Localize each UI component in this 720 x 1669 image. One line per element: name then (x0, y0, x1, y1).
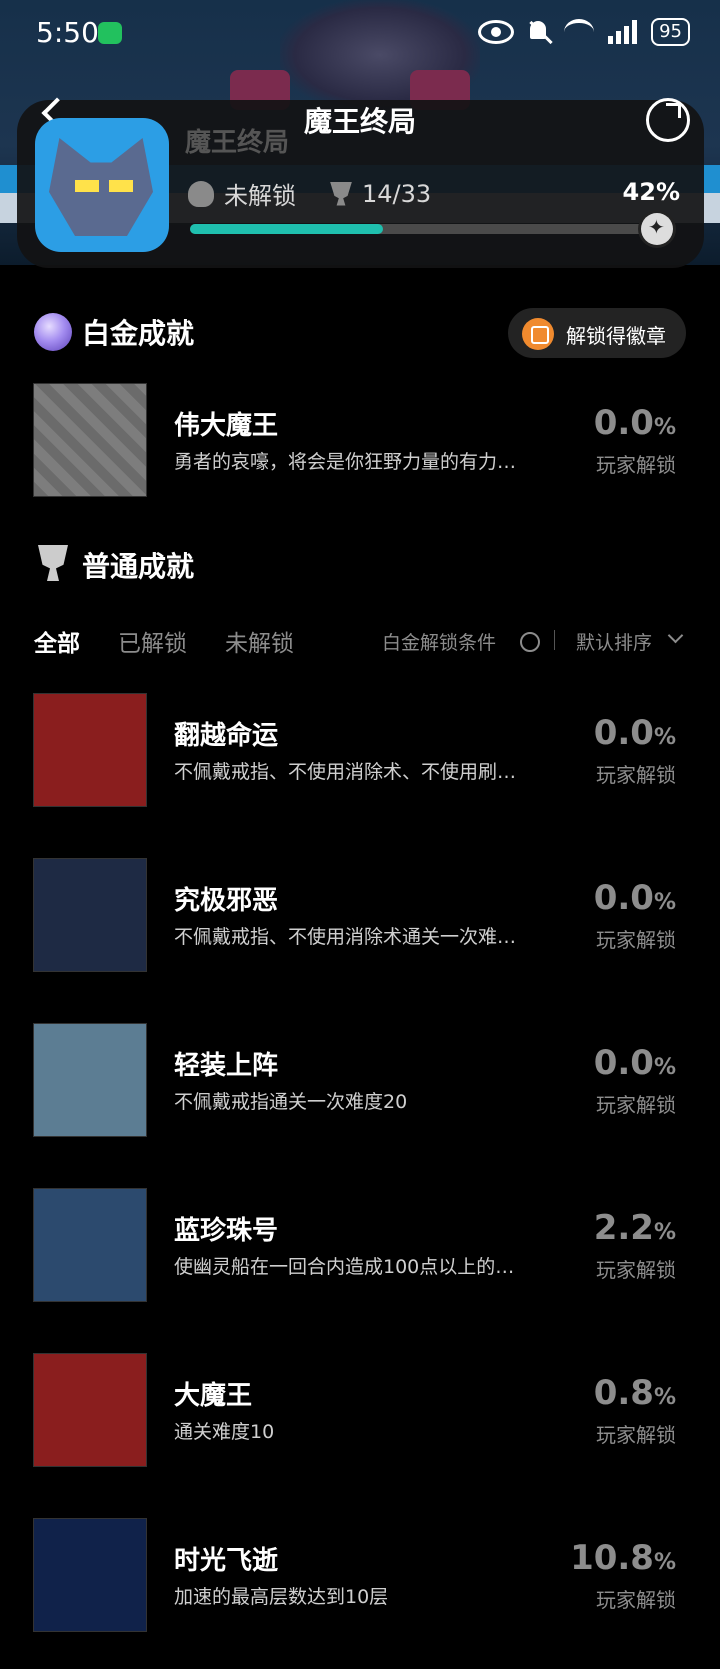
status-time: 5:50 (36, 16, 99, 49)
achievement-row[interactable]: 时光飞逝加速的最高层数达到10层 10.8% 玩家解锁 (0, 1518, 720, 1634)
achievement-name: 蓝珍珠号 (174, 1216, 279, 1246)
game-name: 魔王终局 (185, 128, 290, 158)
progress-bar (190, 224, 650, 234)
tab-unlocked[interactable]: 已解锁 (118, 624, 187, 658)
trophy-icon (330, 181, 352, 206)
platinum-trophy-icon (188, 180, 214, 207)
achievement-desc: 通关难度10 (174, 1421, 275, 1443)
achievement-percent-label: 玩家解锁 (596, 928, 676, 952)
achievement-art (33, 858, 147, 972)
achievement-row[interactable]: 翻越命运不佩戴戒指、不使用消除术、不使用刷… 0.0% 玩家解锁 (0, 693, 720, 809)
unlock-badge-label: 解锁得徽章 (566, 324, 666, 348)
platinum-section-title: 白金成就 (82, 317, 195, 350)
achievement-row[interactable]: 轻装上阵不佩戴戒指通关一次难度20 0.0% 玩家解锁 (0, 1023, 720, 1139)
achievement-percent-label: 玩家解锁 (596, 1093, 676, 1117)
achievement-count: 14/33 (362, 179, 432, 208)
share-icon[interactable] (646, 98, 690, 142)
achievement-percent-label: 玩家解锁 (596, 1258, 676, 1282)
achievement-desc: 不佩戴戒指、不使用消除术通关一次难… (174, 926, 517, 948)
tab-locked[interactable]: 未解锁 (225, 624, 294, 658)
achievement-row[interactable]: 大魔王通关难度10 0.8% 玩家解锁 (0, 1353, 720, 1469)
bell-muted-icon (528, 19, 550, 45)
achievement-desc: 不佩戴戒指通关一次难度20 (174, 1091, 408, 1113)
achievement-percent: 0.0% (593, 1043, 676, 1083)
platinum-filter-radio[interactable] (520, 632, 540, 652)
achievement-art (33, 1188, 147, 1302)
game-icon (35, 118, 169, 252)
divider (554, 630, 555, 650)
achievement-tabs: 全部 已解锁 未解锁 白金解锁条件 默认排序 (34, 624, 686, 660)
achievement-name: 时光飞逝 (174, 1546, 279, 1576)
achievement-name: 轻装上阵 (174, 1051, 279, 1081)
achievement-row[interactable]: 究极邪恶不佩戴戒指、不使用消除术通关一次难… 0.0% 玩家解锁 (0, 858, 720, 974)
achievement-desc: 加速的最高层数达到10层 (174, 1586, 389, 1608)
normal-section-title: 普通成就 (82, 550, 195, 583)
achievement-percent-label: 玩家解锁 (596, 453, 676, 477)
achievement-percent: 0.8% (593, 1373, 676, 1413)
chevron-down-icon[interactable] (667, 627, 684, 644)
battery-indicator: 95 (651, 18, 690, 46)
badge-icon (522, 318, 554, 350)
achievement-percent: 0.0% (593, 878, 676, 918)
achievement-percent: 0.0% (593, 403, 676, 443)
progress-percent: 42% (622, 178, 680, 206)
unlock-badge-button[interactable]: 解锁得徽章 (508, 308, 686, 358)
achievement-art (33, 1023, 147, 1137)
platinum-filter-label[interactable]: 白金解锁条件 (382, 628, 496, 655)
wechat-icon (98, 22, 122, 44)
achievement-name: 大魔王 (174, 1381, 253, 1411)
wifi-icon (564, 19, 595, 45)
achievement-desc: 勇者的哀嚎，将会是你狂野力量的有力… (174, 451, 517, 473)
achievement-percent: 10.8% (570, 1538, 676, 1578)
achievement-art (33, 1353, 147, 1467)
achievement-percent-label: 玩家解锁 (596, 1588, 676, 1612)
achievement-percent: 0.0% (593, 713, 676, 753)
trophy-icon (38, 545, 68, 581)
eye-icon (478, 20, 515, 44)
platinum-achievement-row[interactable]: 伟大魔王 勇者的哀嚎，将会是你狂野力量的有力… 0.0% 玩家解锁 (0, 383, 720, 499)
platinum-star-icon (641, 213, 673, 245)
achievement-percent: 2.2% (593, 1208, 676, 1248)
achievement-percent-label: 玩家解锁 (596, 1423, 676, 1447)
signal-icon (608, 20, 638, 44)
achievement-art (33, 693, 147, 807)
achievement-name: 翻越命运 (174, 721, 279, 751)
achievement-row[interactable]: 蓝珍珠号使幽灵船在一回合内造成100点以上的… 2.2% 玩家解锁 (0, 1188, 720, 1304)
achievement-name: 究极邪恶 (174, 886, 279, 916)
lock-status: 未解锁 (224, 182, 296, 210)
achievement-summary: 未解锁 14/33 (188, 176, 431, 211)
achievement-percent-label: 玩家解锁 (596, 763, 676, 787)
achievement-name: 伟大魔王 (174, 411, 279, 441)
achievement-desc: 不佩戴戒指、不使用消除术、不使用刷… (174, 761, 517, 783)
status-bar: 5:50 95 (0, 0, 720, 70)
achievement-art (33, 383, 147, 497)
progress-fill (190, 224, 384, 234)
achievement-desc: 使幽灵船在一回合内造成100点以上的… (174, 1256, 515, 1278)
achievement-art (33, 1518, 147, 1632)
sort-dropdown[interactable]: 默认排序 (576, 628, 652, 655)
platinum-cup-icon (34, 313, 72, 351)
tab-all[interactable]: 全部 (34, 624, 80, 658)
